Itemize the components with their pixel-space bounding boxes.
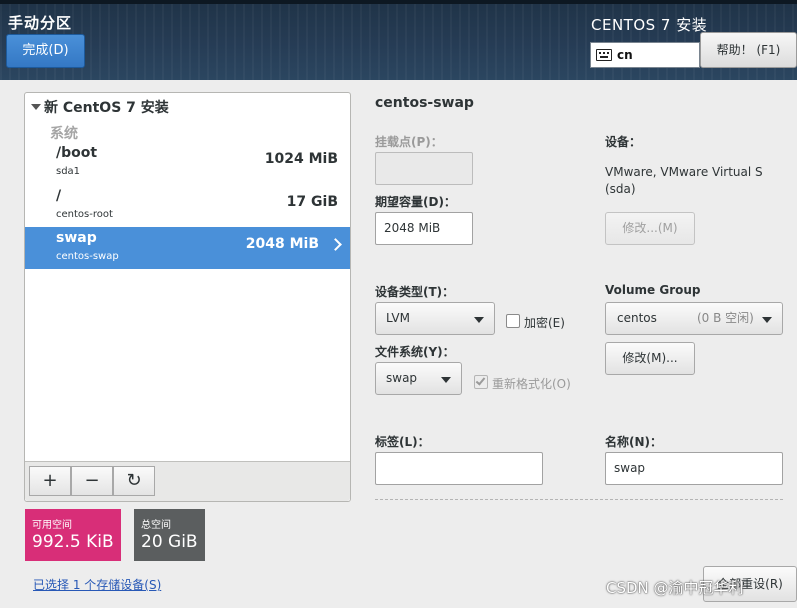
watermark: CSDN @渝中冠华利 [606, 579, 744, 597]
keyboard-layout-indicator[interactable]: cn [590, 42, 700, 68]
mount-row-boot[interactable]: /boot sda1 1024 MiB [25, 142, 350, 184]
total-space-box: 总空间 20 GiB [134, 509, 205, 561]
name-label: 名称(N)： [605, 435, 663, 449]
name-input[interactable]: swap [605, 452, 783, 485]
mount-size: 17 GiB [286, 194, 338, 210]
header-bar: 手动分区 完成(D) CENTOS 7 安装 cn 帮助！ (F1) [0, 0, 797, 80]
add-mount-button[interactable]: + [29, 466, 71, 496]
encrypt-label: 加密(E) [524, 316, 565, 330]
device-value-sub: (sda) [605, 182, 636, 196]
chevron-down-icon [441, 377, 451, 383]
filesystem-select[interactable]: swap [375, 362, 462, 395]
refresh-icon: ↻ [126, 470, 142, 491]
reformat-label: 重新格式化(O) [492, 377, 571, 391]
mount-device-name: centos-root [56, 209, 113, 220]
mount-row-swap-selected[interactable]: swap centos-swap 2048 MiB [25, 227, 350, 269]
mount-point-label: 挂载点(P)： [375, 135, 443, 149]
mount-toolbar: + − ↻ [25, 461, 350, 501]
mount-row-root[interactable]: / centos-root 17 GiB [25, 185, 350, 227]
available-space-box: 可用空间 992.5 KiB [25, 509, 121, 561]
remove-mount-button[interactable]: − [71, 466, 113, 496]
mount-point-name: / [56, 188, 62, 204]
chevron-down-icon [762, 317, 772, 323]
total-space-label: 总空间 [141, 520, 171, 531]
mount-point-name: /boot [56, 145, 98, 161]
refresh-button[interactable]: ↻ [113, 466, 155, 496]
mount-point-name: swap [56, 230, 97, 246]
keyboard-icon [596, 49, 612, 61]
modify-volume-group-button[interactable]: 修改(M)... [605, 342, 695, 375]
section-divider [375, 499, 783, 500]
mount-size: 1024 MiB [264, 151, 338, 167]
checkmark-icon [475, 375, 486, 386]
chevron-right-icon [329, 238, 342, 251]
volume-group-free: (0 B 空闲) [697, 311, 754, 325]
volume-group-name: centos [617, 311, 657, 325]
header-top-border [0, 0, 797, 4]
total-space-value: 20 GiB [141, 532, 198, 552]
keyboard-layout-label: cn [617, 48, 633, 62]
encrypt-checkbox[interactable] [506, 314, 520, 328]
capacity-input[interactable]: 2048 MiB [375, 212, 473, 245]
modify-device-button[interactable]: 修改...(M) [605, 212, 695, 245]
tag-label: 标签(L)： [375, 435, 430, 449]
mount-point-input[interactable] [375, 152, 473, 185]
chevron-down-icon [474, 317, 484, 323]
device-type-label: 设备类型(T)： [375, 285, 455, 299]
filesystem-label: 文件系统(Y)： [375, 345, 455, 359]
volume-group-label: Volume Group [605, 283, 701, 297]
selected-storage-link[interactable]: 已选择 1 个存储设备(S) [33, 576, 161, 593]
mount-size: 2048 MiB [245, 236, 319, 252]
capacity-label: 期望容量(D)： [375, 195, 456, 209]
done-button[interactable]: 完成(D) [6, 34, 85, 68]
product-title: CENTOS 7 安装 [591, 16, 708, 34]
group-label-system: 系统 [50, 126, 78, 142]
volume-group-select[interactable]: centos (0 B 空闲) [605, 302, 783, 335]
device-label: 设备： [605, 135, 642, 149]
mount-device-name: centos-swap [56, 251, 119, 262]
triangle-down-icon [31, 104, 41, 110]
install-tree-header[interactable]: 新 CentOS 7 安装 [31, 97, 169, 117]
filesystem-value: swap [386, 371, 418, 385]
header-texture [0, 0, 797, 80]
install-title: 新 CentOS 7 安装 [44, 100, 169, 116]
device-type-value: LVM [386, 311, 410, 325]
device-type-select[interactable]: LVM [375, 302, 495, 335]
mount-device-name: sda1 [56, 166, 81, 177]
available-space-label: 可用空间 [32, 520, 72, 531]
page-title: 手动分区 [8, 14, 73, 32]
help-button[interactable]: 帮助！ (F1) [700, 32, 797, 68]
mount-point-tree: 新 CentOS 7 安装 系统 /boot sda1 1024 MiB / c… [24, 92, 351, 502]
reformat-checkbox[interactable] [474, 375, 488, 389]
available-space-value: 992.5 KiB [32, 532, 114, 552]
detail-title: centos-swap [375, 95, 474, 111]
tag-input[interactable] [375, 452, 543, 485]
device-value: VMware, VMware Virtual S [605, 165, 763, 179]
